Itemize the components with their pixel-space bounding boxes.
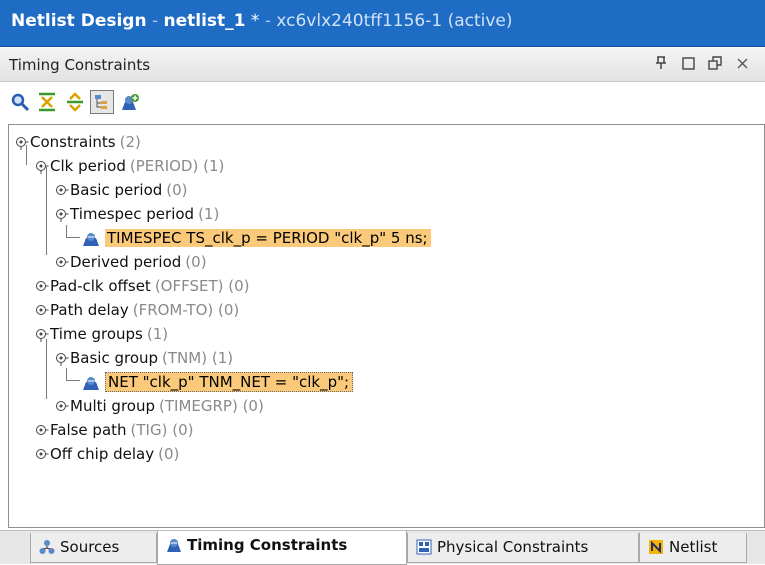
title-separator-2: - [259,11,277,31]
tab-label: Sources [60,538,120,556]
node-label: Basic period [70,181,163,199]
tree-node-multi-group[interactable]: Multi group (TIMEGRP) (0) [55,395,264,417]
tree-connector [46,339,47,399]
tree-node-derived-period[interactable]: Derived period (0) [55,251,207,273]
collapse-toggle-icon[interactable] [35,304,49,318]
tab-sources[interactable]: Sources [30,533,157,563]
node-count: (0) [158,445,180,463]
node-label: Basic group [70,349,159,367]
tree-node-false-path[interactable]: False path (TIG) (0) [35,419,193,441]
collapse-toggle-icon[interactable] [35,448,49,462]
node-count: (0) [166,181,188,199]
timespec-constraint-text: TIMESPEC TS_clk_p = PERIOD "clk_p" 5 ns; [105,229,431,247]
design-name: netlist_1 [163,11,246,31]
panel-window-controls [652,54,751,72]
tree-connector [66,368,67,380]
search-icon[interactable] [8,90,32,114]
expand-toggle-icon[interactable] [55,352,69,366]
collapse-toggle-icon[interactable] [55,184,69,198]
tree-node-pad-clk-offset[interactable]: Pad-clk offset (OFFSET) (0) [35,275,250,297]
tree-node-path-delay[interactable]: Path delay (FROM-TO) (0) [35,299,239,321]
maximize-icon[interactable] [679,54,697,72]
node-label: Timespec period [70,205,195,223]
tab-label: Physical Constraints [437,538,589,556]
tree-view-icon[interactable] [90,90,114,114]
modified-marker: * [245,11,260,31]
node-label: Off chip delay [50,445,155,463]
node-label: Path delay [50,301,129,319]
node-count: (TIMEGRP) (0) [159,397,264,415]
tab-physical-constraints[interactable]: Physical Constraints [407,533,639,563]
node-count: (1) [198,205,220,223]
expand-toggle-icon[interactable] [35,160,49,174]
window-title: Netlist Design - netlist_1 * - xc6vlx240… [11,11,513,31]
node-count: (0) [185,253,207,271]
tree-node-off-chip-delay[interactable]: Off chip delay (0) [35,443,179,465]
tree-connector [66,237,80,238]
collapse-toggle-icon[interactable] [55,256,69,270]
expand-toggle-icon[interactable] [35,328,49,342]
tab-label: Netlist [669,538,718,556]
node-label: Constraints [30,133,116,151]
part-status: xc6vlx240tff1156-1 (active) [276,11,513,31]
tree-node-clk-period[interactable]: Clk period (PERIOD) (1) [35,155,224,177]
constraint-icon [82,375,100,391]
node-count: (TIG) (0) [130,421,194,439]
node-count: (OFFSET) (0) [154,277,250,295]
netlist-icon [648,536,664,554]
node-label: Time groups [50,325,143,343]
collapse-all-icon[interactable] [35,90,59,114]
constraints-tree: Constraints (2) Clk period (PERIOD) (1) Ba… [8,124,765,528]
node-count: (2) [119,133,141,151]
expand-toggle-icon[interactable] [55,208,69,222]
title-separator: - [146,11,164,31]
tree-node-basic-group[interactable]: Basic group (TNM) (1) [55,347,233,369]
bottom-tab-bar: Sources Timing Constraints Physical Cons… [0,530,765,565]
sources-icon [39,536,55,554]
panel-toolbar [0,83,765,123]
collapse-toggle-icon[interactable] [35,424,49,438]
node-label: False path [50,421,127,439]
physical-constraints-icon [416,536,432,555]
node-label: Clk period [50,157,126,175]
tree-connector [66,380,80,381]
tree-node-constraints[interactable]: Constraints (2) [15,131,141,153]
tab-netlist[interactable]: Netlist [639,533,747,563]
restore-icon[interactable] [706,54,724,72]
tree-node-timespec-period[interactable]: Timespec period (1) [55,203,219,225]
tree-connector [66,225,67,237]
tree-node-basic-period[interactable]: Basic period (0) [55,179,188,201]
app-title: Netlist Design [11,11,147,31]
tree-connector [46,167,47,255]
tab-label: Timing Constraints [187,536,348,554]
collapse-toggle-icon[interactable] [35,280,49,294]
tab-timing-constraints[interactable]: Timing Constraints [157,531,407,565]
timing-constraints-icon [166,534,182,552]
panel-header: Timing Constraints [0,48,765,82]
node-count: (PERIOD) (1) [129,157,225,175]
net-constraint-text: NET "clk_p" TNM_NET = "clk_p"; [105,372,354,392]
panel-title: Timing Constraints [9,56,151,74]
window-title-bar: Netlist Design - netlist_1 * - xc6vlx240… [0,0,765,47]
expand-all-icon[interactable] [63,90,87,114]
node-count: (FROM-TO) (0) [132,301,240,319]
tree-node-time-groups[interactable]: Time groups (1) [35,323,168,345]
pin-icon[interactable] [652,54,670,72]
constraint-icon [82,231,100,247]
node-label: Derived period [70,253,182,271]
node-label: Pad-clk offset [50,277,151,295]
collapse-toggle-icon[interactable] [55,400,69,414]
close-icon[interactable] [733,54,751,72]
add-constraint-icon[interactable] [118,90,142,114]
node-label: Multi group [70,397,155,415]
tree-leaf-net-constraint[interactable]: NET "clk_p" TNM_NET = "clk_p"; [82,371,354,393]
expand-toggle-icon[interactable] [15,136,29,150]
node-count: (1) [146,325,169,343]
tree-leaf-timespec-constraint[interactable]: TIMESPEC TS_clk_p = PERIOD "clk_p" 5 ns; [82,227,431,249]
node-count: (TNM) (1) [162,349,234,367]
